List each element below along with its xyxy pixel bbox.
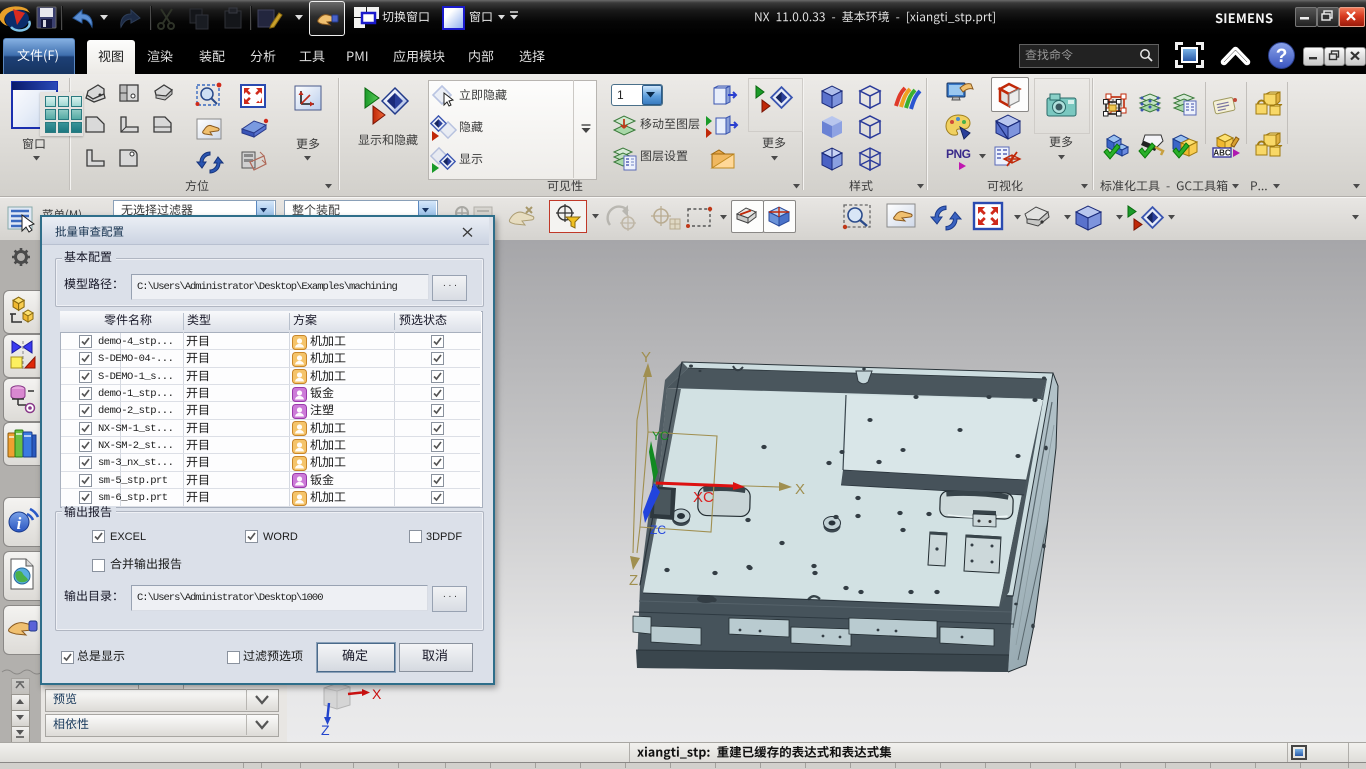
svg-text:Z: Z xyxy=(629,572,638,589)
svg-text:Y: Y xyxy=(641,349,651,366)
svg-text:XC: XC xyxy=(693,489,714,506)
svg-text:YC: YC xyxy=(652,429,669,443)
svg-text:i: i xyxy=(17,514,22,533)
svg-text:X: X xyxy=(795,481,805,498)
svg-text:?: ? xyxy=(1276,46,1288,67)
svg-text:ZC: ZC xyxy=(650,523,666,537)
svg-text:ABC: ABC xyxy=(1213,149,1231,158)
svg-text:X: X xyxy=(372,686,382,702)
svg-text:Z: Z xyxy=(321,722,330,738)
